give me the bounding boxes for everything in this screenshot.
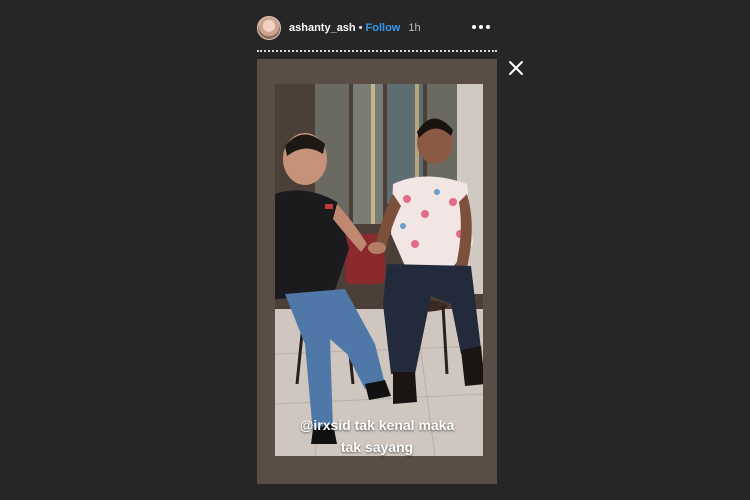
caption-line[interactable]: @irxsid tak kenal maka <box>257 414 497 436</box>
follow-button[interactable]: Follow <box>366 22 401 34</box>
more-options-icon[interactable] <box>472 20 490 34</box>
story-viewer: ashanty_ash • Follow 1h @irxsid tak kena… <box>0 0 750 500</box>
avatar[interactable] <box>257 16 281 40</box>
username[interactable]: ashanty_ash <box>289 22 356 34</box>
close-icon[interactable] <box>507 59 525 77</box>
story-caption: @irxsid tak kenal maka tak sayang <box>257 414 497 458</box>
more-dot <box>472 25 476 29</box>
more-dot <box>486 25 490 29</box>
story-photo <box>275 84 483 456</box>
caption-line: tak sayang <box>340 439 414 455</box>
story-frame[interactable]: @irxsid tak kenal maka tak sayang <box>257 59 497 484</box>
story-progress-bar <box>257 50 497 54</box>
separator-dot: • <box>358 22 363 34</box>
story-header: ashanty_ash • Follow 1h <box>257 15 497 41</box>
timestamp: 1h <box>408 22 421 34</box>
more-dot <box>479 25 483 29</box>
